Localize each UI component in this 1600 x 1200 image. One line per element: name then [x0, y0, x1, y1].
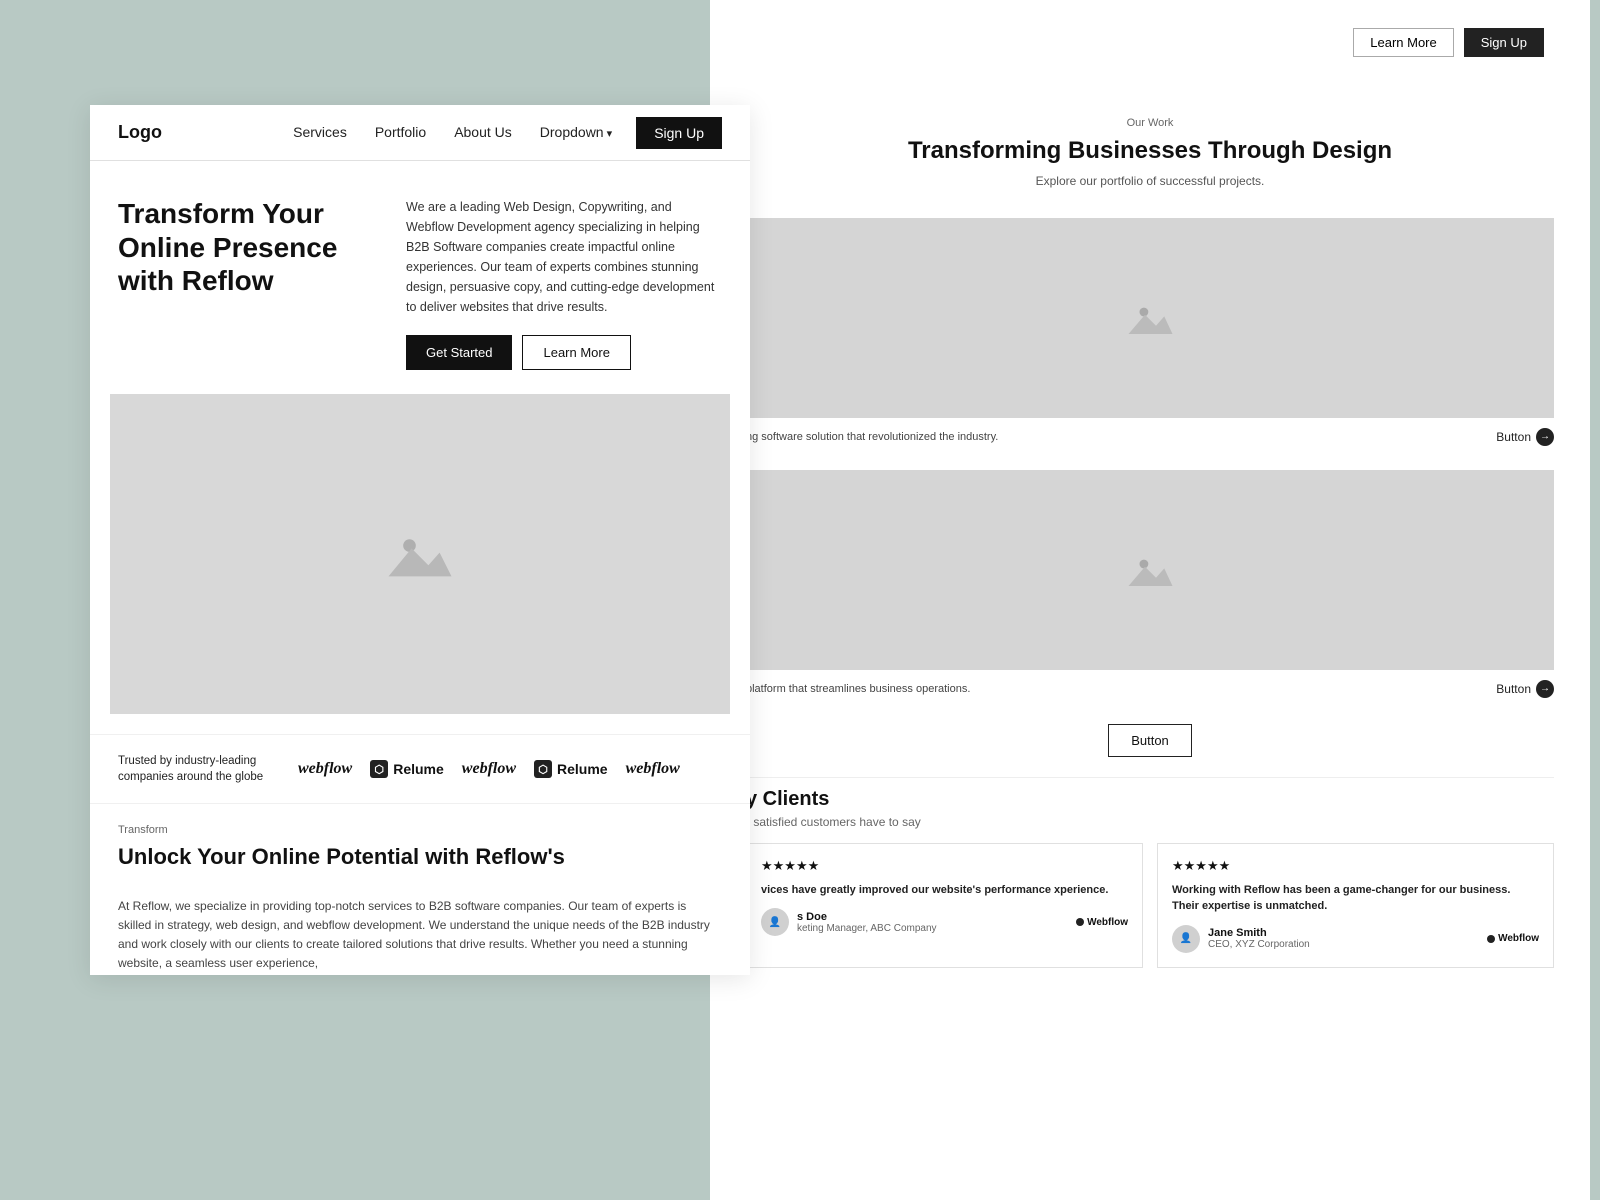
- author-logo-1: Webflow: [1076, 917, 1128, 928]
- our-work-label: Our Work: [746, 117, 1554, 129]
- portfolio-caption-1: ng software solution that revolutionized…: [746, 424, 1554, 458]
- logo-relume-2: Relume: [534, 760, 608, 778]
- clients-section: y Clients r satisfied customers have to …: [746, 777, 1554, 968]
- logo-webflow-1: webflow: [298, 760, 352, 778]
- trusted-logos: webflow Relume webflow Relume webflow: [298, 760, 722, 778]
- testimonial-1: ★★★★★ vices have greatly improved our we…: [746, 843, 1143, 968]
- bg-topnav: Learn More Sign Up: [746, 24, 1554, 57]
- hero-title: Transform Your Online Presence with Refl…: [118, 197, 378, 370]
- author-2: 👤 Jane Smith CEO, XYZ Corporation Webflo…: [1172, 925, 1539, 953]
- nav-signup-button[interactable]: Sign Up: [636, 117, 722, 149]
- our-work-section: Our Work Transforming Businesses Through…: [746, 97, 1554, 206]
- author-name-1: s Doe: [797, 911, 1068, 923]
- trusted-section: Trusted by industry-leading companies ar…: [90, 734, 750, 803]
- services-desc: At Reflow, we specialize in providing to…: [90, 887, 750, 974]
- author-role-2: CEO, XYZ Corporation: [1208, 939, 1479, 950]
- bg-content: Learn More Sign Up Our Work Transforming…: [710, 0, 1590, 992]
- image-placeholder-icon-2: [1123, 542, 1178, 597]
- author-info-2: Jane Smith CEO, XYZ Corporation: [1208, 927, 1479, 950]
- bg-signup-button[interactable]: Sign Up: [1464, 28, 1544, 57]
- portfolio-text-2: platform that streamlines business opera…: [746, 683, 970, 695]
- hero-buttons: Get Started Learn More: [406, 335, 722, 370]
- quote-1: vices have greatly improved our website'…: [761, 882, 1128, 899]
- nav-item-services[interactable]: Services: [293, 124, 347, 142]
- stars-1: ★★★★★: [761, 858, 1128, 874]
- hero-description: We are a leading Web Design, Copywriting…: [406, 197, 722, 317]
- author-name-2: Jane Smith: [1208, 927, 1479, 939]
- center-button-wrap: Button: [746, 724, 1554, 757]
- portfolio-image-2: [746, 470, 1554, 670]
- author-1: 👤 s Doe keting Manager, ABC Company Webf…: [761, 908, 1128, 936]
- transform-title: Unlock Your Online Potential with Reflow…: [118, 844, 722, 870]
- portfolio-caption-2: platform that streamlines business opera…: [746, 676, 1554, 710]
- hero-right: We are a leading Web Design, Copywriting…: [406, 197, 722, 370]
- avatar-2: 👤: [1172, 925, 1200, 953]
- quote-2: Working with Reflow has been a game-chan…: [1172, 882, 1539, 915]
- learn-more-button[interactable]: Learn More: [1353, 28, 1453, 57]
- webflow-dot-2: [1487, 935, 1495, 943]
- foreground-page: Logo Services Portfolio About Us Dropdow…: [90, 105, 750, 975]
- webflow-dot-1: [1076, 918, 1084, 926]
- logo-webflow-2: webflow: [462, 760, 516, 778]
- nav-logo: Logo: [118, 122, 162, 143]
- clients-subtitle: r satisfied customers have to say: [746, 815, 1554, 829]
- author-logo-2: Webflow: [1487, 933, 1539, 944]
- our-work-desc: Explore our portfolio of successful proj…: [746, 174, 1554, 188]
- clients-title: y Clients: [746, 788, 1554, 811]
- trusted-text: Trusted by industry-leading companies ar…: [118, 753, 278, 785]
- portfolio-button-1[interactable]: Button →: [1496, 428, 1554, 446]
- relume-icon-2: [534, 760, 552, 778]
- author-role-1: keting Manager, ABC Company: [797, 923, 1068, 934]
- placeholder-svg: [385, 519, 455, 589]
- navbar: Logo Services Portfolio About Us Dropdow…: [90, 105, 750, 161]
- nav-item-portfolio[interactable]: Portfolio: [375, 124, 426, 142]
- background-page: Learn More Sign Up Our Work Transforming…: [710, 0, 1590, 1200]
- hero-section: Transform Your Online Presence with Refl…: [90, 161, 750, 394]
- our-work-title: Transforming Businesses Through Design: [746, 137, 1554, 166]
- get-started-button[interactable]: Get Started: [406, 335, 512, 370]
- logo-relume-1: Relume: [370, 760, 444, 778]
- stars-2: ★★★★★: [1172, 858, 1539, 874]
- image-placeholder: [385, 519, 455, 589]
- image-placeholder-icon-1: [1123, 290, 1178, 345]
- nav-item-about[interactable]: About Us: [454, 124, 512, 142]
- portfolio-btn-icon-1: →: [1536, 428, 1554, 446]
- nav-item-dropdown[interactable]: Dropdown: [540, 124, 612, 142]
- transform-label: Transform: [118, 824, 722, 836]
- logo-webflow-3: webflow: [626, 760, 680, 778]
- portfolio-text-1: ng software solution that revolutionized…: [746, 431, 998, 443]
- center-button[interactable]: Button: [1108, 724, 1192, 757]
- portfolio-button-2[interactable]: Button →: [1496, 680, 1554, 698]
- portfolio-image-1: [746, 218, 1554, 418]
- testimonial-2: ★★★★★ Working with Reflow has been a gam…: [1157, 843, 1554, 968]
- avatar-1: 👤: [761, 908, 789, 936]
- portfolio-btn-icon-2: →: [1536, 680, 1554, 698]
- testimonials-container: ★★★★★ vices have greatly improved our we…: [746, 843, 1554, 968]
- transform-section: Transform Unlock Your Online Potential w…: [90, 803, 750, 886]
- hero-image: [110, 394, 730, 714]
- relume-icon-1: [370, 760, 388, 778]
- author-info-1: s Doe keting Manager, ABC Company: [797, 911, 1068, 934]
- learn-more-button-fg[interactable]: Learn More: [522, 335, 630, 370]
- nav-links: Services Portfolio About Us Dropdown: [293, 124, 612, 142]
